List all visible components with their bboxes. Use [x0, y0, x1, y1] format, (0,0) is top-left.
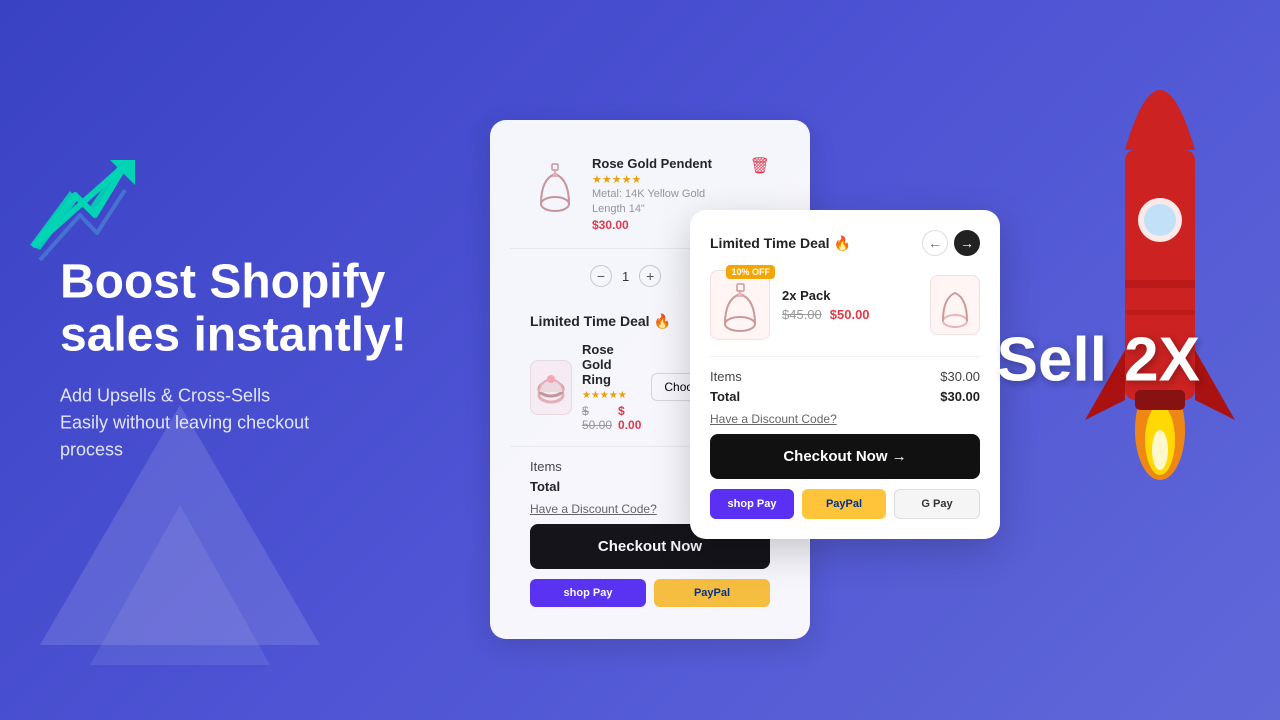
quantity-value: 1 — [622, 269, 629, 284]
product-name-back: Rose Gold Pendent — [592, 156, 738, 171]
deal-price-back: $ 50.00 $ 0.00 — [582, 404, 641, 432]
hero-section: Boost Shopify sales instantly! Add Upsel… — [60, 257, 480, 464]
next-arrow[interactable]: → — [954, 230, 980, 256]
chart-arrow-icon — [25, 155, 135, 270]
popup-price-orig: $45.00 — [782, 307, 822, 322]
shoppay-button-front[interactable]: shop Pay — [710, 489, 794, 519]
paypal-button-back[interactable]: PayPal — [654, 579, 770, 607]
paypal-button-front[interactable]: PayPal — [802, 489, 886, 519]
product-meta-back: Metal: 14K Yellow Gold — [592, 188, 738, 200]
deal-popup-header: Limited Time Deal 🔥 ← → — [710, 230, 980, 256]
hero-title: Boost Shopify sales instantly! — [60, 257, 480, 363]
gpay-button-front[interactable]: G Pay — [894, 489, 980, 519]
deal-popup-title: Limited Time Deal 🔥 — [710, 235, 851, 252]
off-badge: 10% OFF — [726, 265, 775, 279]
qty-decrease-btn[interactable]: − — [590, 265, 612, 287]
nav-arrows: ← → — [922, 230, 980, 256]
discount-link-front[interactable]: Have a Discount Code? — [710, 412, 980, 426]
deal-popup-product: 10% OFF 2x Pack $45.00 $50.00 — [710, 270, 980, 340]
qty-increase-btn[interactable]: + — [639, 265, 661, 287]
deal-popup-info: 2x Pack $45.00 $50.00 — [782, 288, 918, 322]
deal-product-info-back: Rose Gold Ring ★★★★★ $ 50.00 $ 0.00 — [582, 342, 641, 432]
cart-card-front: Limited Time Deal 🔥 ← → 10% OFF — [690, 210, 1000, 539]
payment-buttons-back: shop Pay PayPal — [530, 579, 770, 607]
rocket-illustration — [1030, 0, 1280, 500]
hero-subtitle: Add Upsells & Cross-Sells Easily without… — [60, 382, 480, 463]
popup-price-new: $50.00 — [830, 307, 870, 322]
product-image-back — [530, 156, 580, 216]
total-row-front: Total $30.00 — [710, 389, 980, 404]
shoppay-button-back[interactable]: shop Pay — [530, 579, 646, 607]
prev-arrow[interactable]: ← — [922, 230, 948, 256]
sell-2x-badge: Sell 2X — [997, 325, 1200, 396]
deal-popup-name: 2x Pack — [782, 288, 918, 303]
items-row-front: Items $30.00 — [710, 369, 980, 384]
deal-name-back: Rose Gold Ring — [582, 342, 641, 387]
checkout-button-front[interactable]: Checkout Now → — [710, 434, 980, 479]
deal-popup-img: 10% OFF — [710, 270, 770, 340]
deal-product-img-back — [530, 360, 572, 415]
delete-icon[interactable]: 🗑 — [750, 156, 770, 176]
payment-buttons-front: shop Pay PayPal G Pay — [710, 489, 980, 519]
totals-section-front: Items $30.00 Total $30.00 — [710, 356, 980, 404]
deal-stars-back: ★★★★★ — [582, 390, 641, 401]
product-stars-back: ★★★★★ — [592, 173, 738, 186]
deal-popup-prices: $45.00 $50.00 — [782, 307, 918, 322]
deal-second-product-preview — [930, 275, 980, 335]
